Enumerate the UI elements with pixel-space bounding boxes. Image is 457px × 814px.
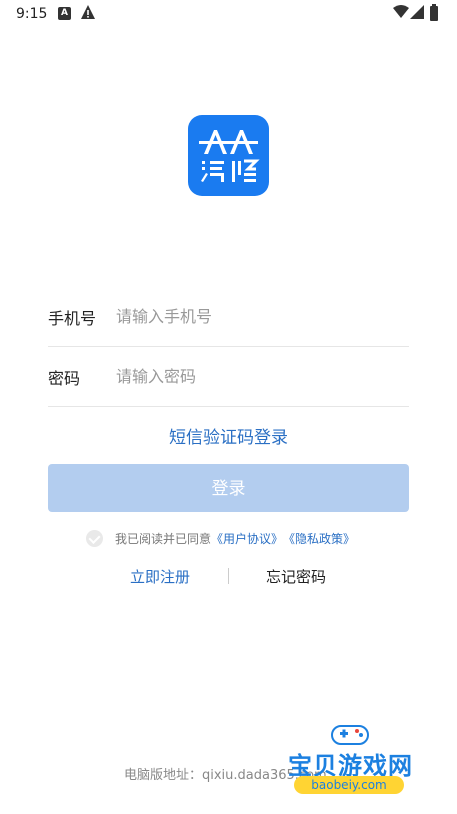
login-button[interactable]: 登录 — [48, 464, 409, 512]
password-input[interactable] — [116, 361, 396, 391]
signal-icon — [410, 5, 424, 19]
sms-login-link[interactable]: 短信验证码登录 — [0, 423, 457, 448]
watermark: 宝贝游戏网 baobeiy.com — [280, 720, 430, 804]
agreement-checkbox[interactable] — [86, 529, 103, 547]
phone-label: 手机号 — [48, 309, 97, 328]
status-time: 9:15 — [16, 6, 48, 22]
status-bar: 9:15 A — [0, 0, 457, 28]
privacy-policy-link[interactable]: 《隐私政策》 — [283, 530, 355, 547]
wifi-icon — [393, 5, 409, 18]
warning-icon — [81, 5, 95, 19]
forgot-password-link[interactable]: 忘记密码 — [266, 566, 326, 587]
notification-a-icon: A — [58, 7, 71, 20]
app-logo — [188, 115, 269, 196]
user-agreement-link[interactable]: 《用户协议》 — [211, 530, 283, 547]
register-link[interactable]: 立即注册 — [130, 566, 190, 587]
gamepad-icon — [331, 725, 369, 745]
phone-row: 手机号 — [48, 286, 409, 347]
app-logo-icon — [199, 130, 260, 182]
agreement-row: 我已阅读并已同意 《用户协议》 《隐私政策》 — [86, 528, 355, 548]
watermark-subtitle: baobeiy.com — [294, 776, 404, 794]
password-row: 密码 — [48, 346, 409, 407]
agreement-prefix: 我已阅读并已同意 — [115, 531, 212, 546]
phone-input[interactable] — [116, 301, 396, 331]
divider — [228, 568, 229, 584]
password-label: 密码 — [48, 369, 81, 388]
battery-icon — [430, 4, 438, 21]
